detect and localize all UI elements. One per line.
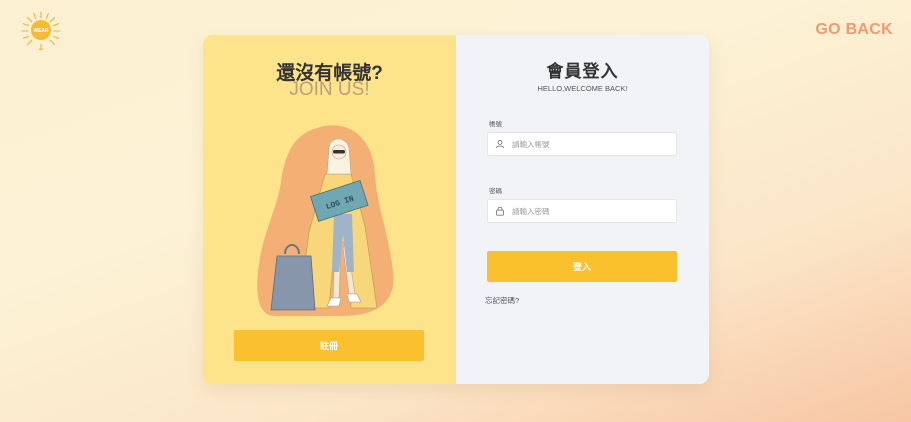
login-button[interactable]: 登入 (487, 251, 677, 282)
password-label: 密碼 (489, 188, 502, 195)
brand-logo[interactable]: WEAR sun (20, 10, 62, 52)
login-panel: 會員登入 HELLO,WELCOME BACK! 帳號 密碼 登入 忘記密碼? (456, 35, 709, 384)
sun-logo-icon: WEAR sun (21, 11, 61, 51)
auth-card: 還沒有帳號? JOIN US! LOG IN 註冊 會員登入 HELLO,WEL… (203, 35, 709, 384)
logo-text: WEAR (33, 28, 49, 34)
go-back-link[interactable]: GO BACK (815, 21, 893, 39)
password-input[interactable] (512, 206, 662, 216)
login-subtitle: HELLO,WELCOME BACK! (537, 84, 628, 93)
account-field[interactable] (487, 132, 677, 156)
forgot-password-link[interactable]: 忘記密碼? (485, 295, 519, 306)
account-input[interactable] (512, 139, 662, 149)
login-title: 會員登入 (546, 62, 619, 81)
user-icon (495, 139, 505, 149)
signup-subtitle: JOIN US! (289, 79, 370, 100)
lock-icon (495, 206, 505, 216)
account-label: 帳號 (489, 121, 502, 128)
register-button[interactable]: 註冊 (234, 330, 424, 361)
password-field[interactable] (487, 199, 677, 223)
signup-panel: 還沒有帳號? JOIN US! LOG IN 註冊 (203, 35, 456, 384)
logo-subtext: sun (39, 47, 44, 51)
fashion-illustration: LOG IN (257, 125, 394, 316)
